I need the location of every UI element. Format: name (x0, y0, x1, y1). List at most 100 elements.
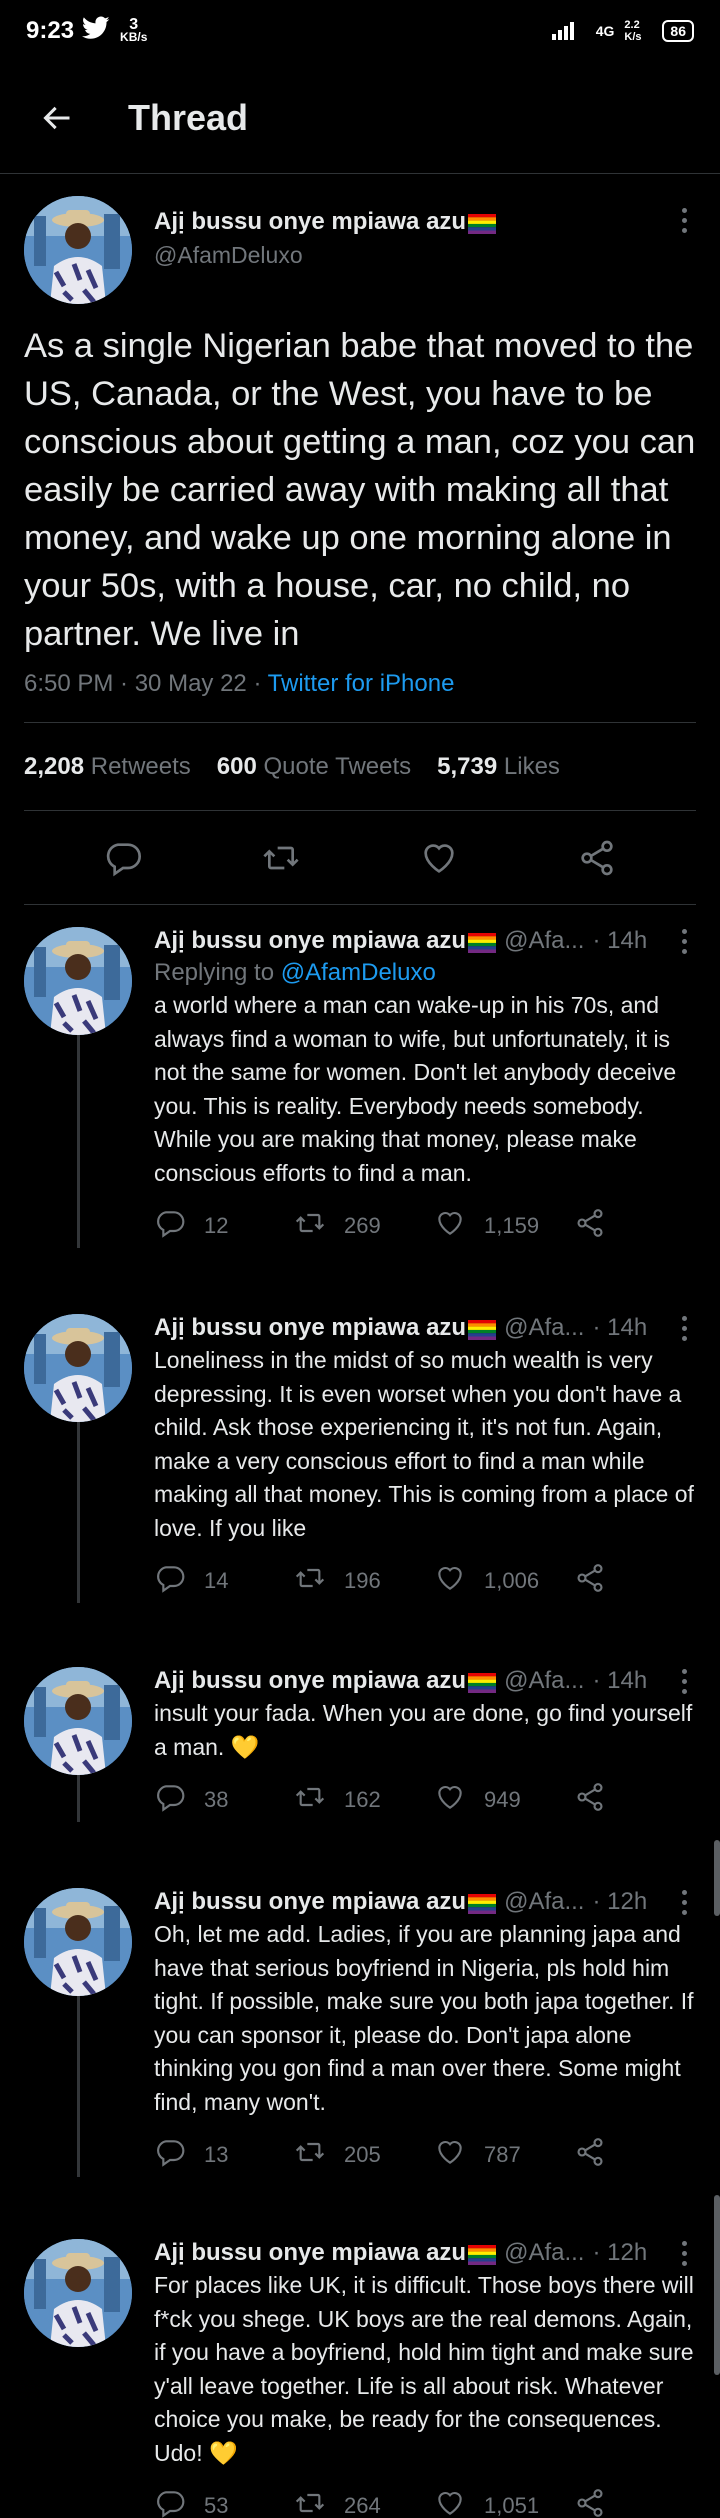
signal-icon (551, 20, 586, 43)
retweet-button[interactable]: 196 (294, 1562, 434, 1600)
like-button[interactable]: 787 (434, 2136, 574, 2174)
retweet-icon (294, 2136, 326, 2174)
author-handle[interactable]: @AfamDeluxo (154, 242, 496, 269)
author-name[interactable]: Ajị bussu onye mpiawa azu (154, 1314, 497, 1342)
retweet-button[interactable]: 264 (294, 2487, 434, 2518)
reply-gutter (24, 1314, 132, 1603)
retweet-icon (294, 2487, 326, 2518)
replying-to: Replying to @AfamDeluxo (154, 959, 696, 987)
avatar[interactable] (24, 1314, 132, 1422)
back-arrow-icon[interactable] (36, 98, 76, 138)
like-icon (434, 1207, 466, 1245)
author-handle[interactable]: @Afa... (504, 1667, 584, 1695)
reply-text: Oh, let me add. Ladies, if you are plann… (154, 1921, 694, 2115)
quotes-label: Quote Tweets (263, 752, 412, 780)
author-handle[interactable]: @Afa... (504, 2239, 584, 2267)
like-icon[interactable] (419, 838, 459, 878)
share-icon (574, 2487, 606, 2518)
like-icon (434, 1562, 466, 1600)
more-options-icon[interactable] (672, 208, 696, 233)
author-name[interactable]: Ajị bussu onye mpiawa azu (154, 208, 497, 236)
author-name-text: Ajị bussu onye mpiawa azu (154, 1888, 467, 1915)
share-button[interactable] (574, 1207, 606, 1245)
tweet-text: As a single Nigerian babe that moved to … (24, 327, 696, 653)
reply-button[interactable]: 14 (154, 1562, 294, 1600)
quote-tweets-stat[interactable]: 600 Quote Tweets (217, 753, 411, 781)
like-button[interactable]: 1,051 (434, 2487, 574, 2518)
author-handle[interactable]: @Afa... (504, 927, 584, 955)
avatar[interactable] (24, 196, 132, 304)
reply-button[interactable]: 13 (154, 2136, 294, 2174)
share-button[interactable] (574, 2487, 606, 2518)
status-time: 9:23 (26, 17, 75, 44)
likes-stat[interactable]: 5,739 Likes (437, 753, 560, 781)
author-handle[interactable]: @Afa... (504, 1314, 584, 1342)
tweet-stats: 2,208 Retweets 600 Quote Tweets 5,739 Li… (24, 723, 696, 811)
scrollbar[interactable] (714, 1840, 720, 1916)
share-button[interactable] (574, 2136, 606, 2174)
retweet-button[interactable]: 205 (294, 2136, 434, 2174)
retweets-stat[interactable]: 2,208 Retweets (24, 753, 191, 781)
reply-count: 13 (204, 2142, 229, 2167)
avatar[interactable] (24, 927, 132, 1035)
reply-tweet[interactable]: Ajị bussu onye mpiawa azu @Afa... · 14h … (0, 1282, 720, 1637)
more-options-icon[interactable] (672, 1889, 696, 1915)
retweet-count: 162 (344, 1787, 381, 1812)
reply-actions: 12 269 1,159 (154, 1204, 696, 1248)
share-button[interactable] (574, 1781, 606, 1819)
reply-timestamp: · 12h (592, 2239, 648, 2266)
share-icon (574, 1207, 606, 1245)
top-app-bar: Thread (0, 62, 720, 174)
retweet-button[interactable]: 162 (294, 1781, 434, 1819)
retweet-count: 196 (344, 1568, 381, 1593)
share-icon[interactable] (577, 838, 617, 878)
reply-gutter (24, 927, 132, 1248)
like-button[interactable]: 1,006 (434, 1562, 574, 1600)
avatar[interactable] (24, 2239, 132, 2347)
like-count: 1,051 (484, 2493, 540, 2518)
avatar[interactable] (24, 1888, 132, 1996)
scrollbar-lower[interactable] (714, 2195, 720, 2375)
retweet-button[interactable]: 269 (294, 1207, 434, 1245)
author-name[interactable]: Ajị bussu onye mpiawa azu (154, 2239, 497, 2267)
share-button[interactable] (574, 1562, 606, 1600)
author-name[interactable]: Ajị bussu onye mpiawa azu (154, 927, 497, 955)
more-options-icon[interactable] (672, 1315, 696, 1341)
reply-tweet[interactable]: Ajị bussu onye mpiawa azu @Afa... · 12h … (0, 1856, 720, 2211)
reply-gutter (24, 2239, 132, 2518)
reply-timestamp: · 12h (592, 1888, 648, 1915)
retweets-count: 2,208 (24, 752, 85, 780)
like-button[interactable]: 1,159 (434, 1207, 574, 1245)
retweet-icon[interactable] (261, 838, 301, 878)
thread-line (76, 1035, 80, 1248)
like-count: 787 (484, 2142, 521, 2167)
reply-tweet[interactable]: Ajị bussu onye mpiawa azu @Afa... · 14h … (0, 905, 720, 1282)
replying-to-link[interactable]: @AfamDeluxo (281, 959, 436, 986)
author-name-text: Ajị bussu onye mpiawa azu (154, 2239, 467, 2266)
more-options-icon[interactable] (672, 928, 696, 954)
more-options-icon[interactable] (672, 1668, 696, 1694)
reply-tweet[interactable]: Ajị bussu onye mpiawa azu @Afa... · 14h … (0, 1637, 720, 1856)
reply-icon[interactable] (103, 838, 143, 878)
status-bar: 9:23 3 KB/s 4G 2.2 K/s 86 (0, 0, 720, 62)
like-button[interactable]: 949 (434, 1781, 574, 1819)
reply-button[interactable]: 12 (154, 1207, 294, 1245)
reply-count: 14 (204, 1568, 229, 1593)
like-count: 1,006 (484, 1568, 540, 1593)
reply-tweet[interactable]: Ajị bussu onye mpiawa azu @Afa... · 12h … (0, 2211, 720, 2518)
reply-count: 38 (204, 1787, 229, 1812)
more-options-icon[interactable] (672, 2240, 696, 2266)
reply-button[interactable]: 38 (154, 1781, 294, 1819)
reply-button[interactable]: 53 (154, 2487, 294, 2518)
like-count: 1,159 (484, 1213, 540, 1238)
status-right: 4G 2.2 K/s 86 (551, 19, 694, 43)
author-name-text: Ajị bussu onye mpiawa azu (154, 927, 467, 954)
retweet-count: 264 (344, 2493, 381, 2518)
tweet-source-link[interactable]: Twitter for iPhone (268, 670, 455, 697)
reply-timestamp: · 14h (592, 927, 648, 954)
author-name[interactable]: Ajị bussu onye mpiawa azu (154, 1888, 497, 1916)
author-handle[interactable]: @Afa... (504, 1888, 584, 1916)
author-name[interactable]: Ajị bussu onye mpiawa azu (154, 1667, 497, 1695)
avatar[interactable] (24, 1667, 132, 1775)
thread-line (77, 2347, 80, 2518)
